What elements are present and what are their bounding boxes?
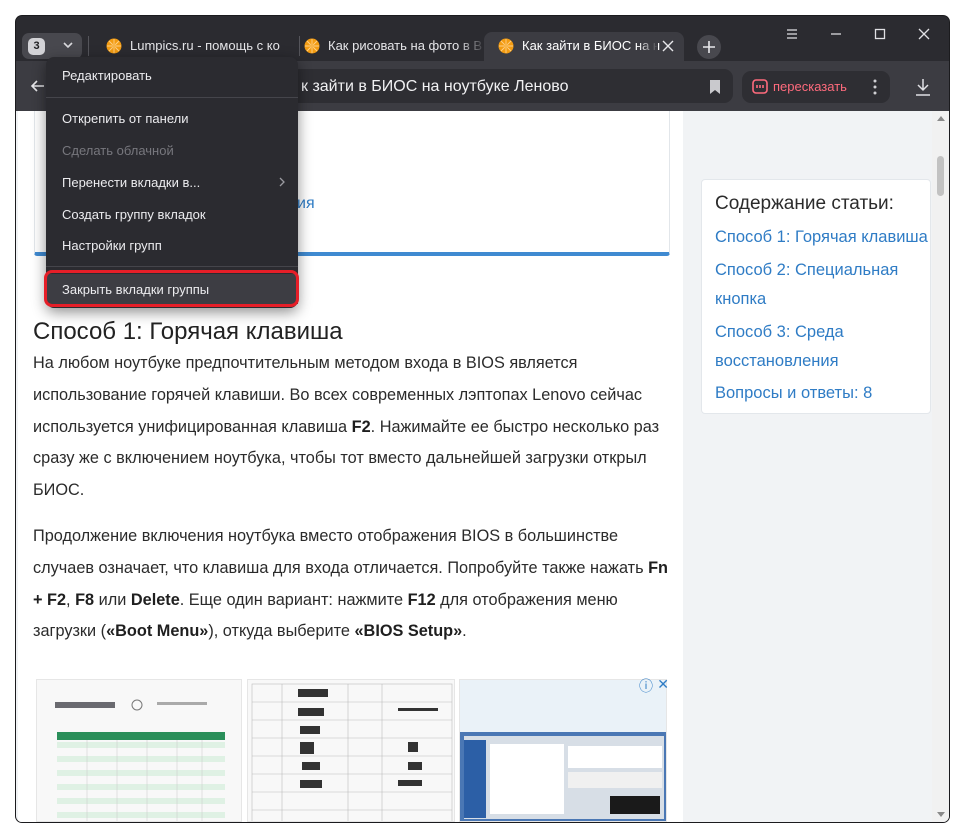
tab-fade — [458, 32, 486, 61]
menu-divider — [46, 266, 298, 267]
bold-text: F12 — [407, 590, 436, 609]
paragraph-alternatives: Продолжение включения ноутбука вместо от… — [33, 521, 673, 648]
chevron-right-icon — [279, 177, 285, 187]
menu-item-move-tabs[interactable]: Перенести вкладки в... — [46, 167, 298, 197]
ad-info-icon[interactable]: ⓘ — [639, 676, 653, 696]
tab-strip: 3 Lumpics.ru - помощь с ко Как рисовать … — [16, 16, 949, 61]
sidebar-toc: Содержание статьи: Способ 1: Горячая кла… — [701, 179, 931, 414]
tab-title: Lumpics.ru - помощь с ко — [130, 38, 280, 53]
toc-link-method-3-cont[interactable]: восстановления — [715, 347, 839, 376]
menu-item-make-cloud: Сделать облачной — [46, 135, 298, 165]
close-tab-icon[interactable] — [662, 40, 674, 52]
bold-text: F2 — [351, 417, 371, 436]
retell-button[interactable]: пересказать — [742, 71, 890, 103]
tab-fade — [638, 32, 658, 61]
menu-icon[interactable] — [782, 24, 802, 44]
toc-link-method-2-cont[interactable]: кнопка — [715, 285, 766, 314]
lumpics-favicon-icon — [304, 38, 320, 54]
ad-image-table[interactable] — [36, 679, 242, 822]
paragraph-text: или — [94, 590, 131, 609]
toc-link-qa[interactable]: Вопросы и ответы: 8 — [715, 379, 872, 408]
lumpics-favicon-icon — [498, 38, 514, 54]
ad-close-icon[interactable]: ✕ — [657, 676, 669, 693]
scroll-thumb[interactable] — [937, 156, 944, 196]
minimize-icon[interactable] — [826, 24, 846, 44]
ad-table-graphic — [55, 699, 225, 821]
menu-item-label: Создать группу вкладок — [62, 207, 206, 222]
menu-item-label: Перенести вкладки в... — [62, 175, 201, 190]
tab-bios-active[interactable]: Как зайти в БИОС на н — [484, 32, 684, 61]
retell-quote-icon — [752, 79, 768, 94]
more-options-icon[interactable] — [868, 77, 882, 97]
tab-group-button[interactable]: 3 — [22, 33, 82, 59]
new-tab-button[interactable] — [697, 35, 721, 59]
tab-group-count: 3 — [28, 38, 45, 55]
ad-banner[interactable]: ⓘ ✕ — [36, 676, 669, 822]
paragraph-text: . — [462, 622, 467, 641]
paragraph-text: . Еще один вариант: нажмите — [179, 590, 408, 609]
tab-divider — [88, 36, 89, 56]
paragraph-hotkey: На любом ноутбуке предпочтительным метод… — [33, 348, 673, 507]
scroll-down-arrow-icon[interactable] — [937, 812, 945, 817]
menu-item-group-settings[interactable]: Настройки групп — [46, 230, 298, 260]
menu-divider — [46, 97, 298, 98]
toc-link-method-1[interactable]: Способ 1: Горячая клавиша — [715, 223, 928, 252]
maximize-icon[interactable] — [870, 24, 890, 44]
paragraph-text: Продолжение включения ноутбука вместо от… — [33, 527, 649, 577]
ad-parts-graphic — [251, 683, 453, 821]
toc-title: Содержание статьи: — [715, 193, 894, 214]
menu-item-unpin[interactable]: Открепить от панели — [46, 103, 298, 133]
menu-item-label: Сделать облачной — [62, 143, 174, 158]
back-arrow-icon[interactable] — [28, 76, 48, 96]
lumpics-favicon-icon — [106, 38, 122, 54]
paragraph-text: ), откуда выберите — [208, 622, 355, 641]
toc-link-method-2[interactable]: Способ 2: Специальная — [715, 256, 898, 285]
download-icon[interactable] — [914, 77, 932, 97]
paragraph-text: , — [66, 590, 76, 609]
ad-image-parts[interactable] — [247, 679, 455, 822]
tab-draw-photo[interactable]: Как рисовать на фото в В — [290, 32, 486, 61]
bold-text: Delete — [130, 590, 180, 609]
close-window-icon[interactable] — [914, 24, 934, 44]
highlight-outline — [44, 270, 299, 307]
menu-item-create-group[interactable]: Создать группу вкладок — [46, 199, 298, 229]
menu-item-label: Открепить от панели — [62, 111, 189, 126]
toc-link-method-3[interactable]: Способ 3: Среда — [715, 318, 844, 347]
bold-text: «BIOS Setup» — [354, 622, 463, 641]
bookmark-icon[interactable] — [708, 79, 722, 95]
retell-label: пересказать — [773, 79, 847, 94]
menu-item-label: Редактировать — [62, 68, 152, 83]
section-heading: Способ 1: Горячая клавиша — [33, 318, 343, 345]
chevron-down-icon — [63, 42, 73, 49]
page-title-in-address-bar: к зайти в БИОС на ноутбуке Леново — [301, 78, 569, 95]
bold-text: «Boot Menu» — [106, 622, 209, 641]
scroll-up-arrow-icon[interactable] — [937, 116, 945, 121]
inline-toc-link-fragment[interactable]: ия — [297, 195, 315, 213]
ad-image-bios[interactable] — [459, 679, 667, 822]
plus-icon — [703, 41, 715, 53]
menu-item-label: Настройки групп — [62, 238, 162, 253]
bold-text: F8 — [75, 590, 95, 609]
menu-item-edit[interactable]: Редактировать — [46, 60, 298, 90]
ad-bios-screenshot-graphic — [460, 680, 666, 821]
vertical-scrollbar[interactable] — [932, 111, 949, 822]
